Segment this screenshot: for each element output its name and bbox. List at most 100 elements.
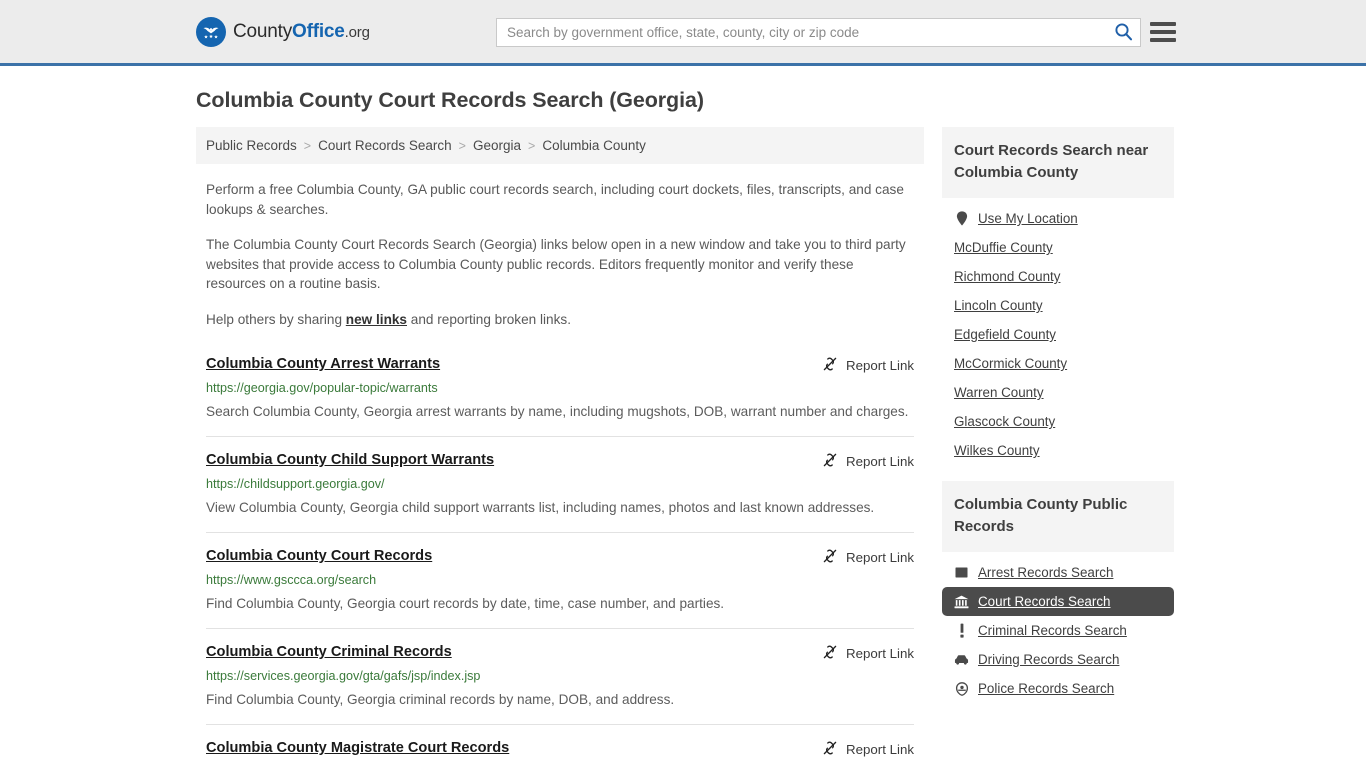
menu-bar-2 — [1150, 30, 1176, 34]
sidebar-item-police-records-search[interactable]: Police Records Search — [942, 674, 1174, 703]
intro-paragraph-1: Perform a free Columbia County, GA publi… — [206, 182, 904, 217]
new-links-link[interactable]: new links — [346, 312, 407, 327]
sidebar-item-richmond-county[interactable]: Richmond County — [942, 262, 1174, 291]
sidebar-item-label: Driving Records Search — [978, 652, 1120, 667]
sidebar-item-label: Court Records Search — [978, 594, 1111, 609]
report-link-button[interactable]: Report Link — [822, 451, 914, 471]
breadcrumb-item-court-records-search[interactable]: Court Records Search — [318, 138, 452, 153]
result-header: Columbia County Criminal Records Report … — [206, 643, 914, 663]
brand-part-county: County — [233, 20, 293, 42]
sidebar-item-label: Lincoln County — [954, 298, 1043, 313]
search-input[interactable] — [497, 19, 1106, 46]
result-header: Columbia County Magistrate Court Records… — [206, 739, 914, 759]
menu-bar-3 — [1150, 38, 1176, 42]
sidebar-item-label: Use My Location — [978, 211, 1078, 226]
public-records-panel: Columbia County Public Records Arrest Re… — [942, 481, 1174, 703]
sidebar-item-court-records-search[interactable]: Court Records Search — [942, 587, 1174, 616]
result-url: https://childsupport.georgia.gov/ — [206, 477, 385, 491]
brand-part-office: Office — [292, 20, 345, 42]
sidebar: Court Records Search near Columbia Count… — [942, 127, 1174, 719]
intro-paragraph-2: The Columbia County Court Records Search… — [206, 237, 906, 291]
report-link-label: Report Link — [846, 358, 914, 373]
sidebar-item-label: McDuffie County — [954, 240, 1053, 255]
report-link-label: Report Link — [846, 550, 914, 565]
report-link-label: Report Link — [846, 454, 914, 469]
sidebar-item-edgefield-county[interactable]: Edgefield County — [942, 320, 1174, 349]
result-description: Find Columbia County, Georgia criminal r… — [206, 692, 675, 707]
result-description: View Columbia County, Georgia child supp… — [206, 500, 875, 515]
report-link-button[interactable]: Report Link — [822, 355, 914, 375]
result-item: Columbia County Magistrate Court Records… — [206, 724, 914, 768]
site-logo[interactable]: CountyOffice.org — [196, 16, 370, 47]
brand-part-org: .org — [344, 23, 370, 41]
public-records-heading: Columbia County Public Records — [942, 481, 1174, 552]
breadcrumb-item-georgia[interactable]: Georgia — [473, 138, 521, 153]
page-title: Columbia County Court Records Search (Ge… — [196, 88, 704, 112]
courthouse-icon — [954, 594, 969, 609]
result-item: Columbia County Court Records Report Lin… — [206, 532, 914, 628]
sidebar-item-label: Arrest Records Search — [978, 565, 1114, 580]
page-body: Columbia County Court Records Search (Ge… — [0, 66, 1366, 768]
report-link-button[interactable]: Report Link — [822, 643, 914, 663]
sidebar-item-use-my-location[interactable]: Use My Location — [942, 204, 1174, 233]
public-records-list: Arrest Records Search Court Records Sear… — [942, 552, 1174, 703]
sidebar-item-label: Richmond County — [954, 269, 1061, 284]
broken-link-icon — [822, 644, 838, 663]
police-badge-icon — [954, 681, 969, 696]
sidebar-item-wilkes-county[interactable]: Wilkes County — [942, 436, 1174, 465]
square-icon — [954, 565, 969, 580]
result-url: https://services.georgia.gov/gta/gafs/js… — [206, 669, 481, 683]
broken-link-icon — [822, 548, 838, 567]
intro-section: Perform a free Columbia County, GA publi… — [196, 180, 924, 329]
report-link-label: Report Link — [846, 742, 914, 757]
result-item: Columbia County Child Support Warrants R… — [206, 436, 914, 532]
result-description: Find Columbia County, Georgia court reco… — [206, 596, 725, 611]
menu-bar-1 — [1150, 22, 1176, 26]
broken-link-icon — [822, 452, 838, 471]
breadcrumb-separator: > — [528, 138, 536, 153]
breadcrumb-item-columbia-county: Columbia County — [542, 138, 646, 153]
result-title-link[interactable]: Columbia County Court Records — [206, 547, 432, 566]
result-title-link[interactable]: Columbia County Magistrate Court Records — [206, 739, 509, 758]
sidebar-item-warren-county[interactable]: Warren County — [942, 378, 1174, 407]
sidebar-item-lincoln-county[interactable]: Lincoln County — [942, 291, 1174, 320]
sidebar-item-mcduffie-county[interactable]: McDuffie County — [942, 233, 1174, 262]
result-title-link[interactable]: Columbia County Arrest Warrants — [206, 355, 440, 374]
result-header: Columbia County Child Support Warrants R… — [206, 451, 914, 471]
sidebar-item-driving-records-search[interactable]: Driving Records Search — [942, 645, 1174, 674]
result-header: Columbia County Arrest Warrants Report L… — [206, 355, 914, 375]
search-bar — [496, 18, 1141, 47]
content-columns: Public Records > Court Records Search > … — [0, 127, 1366, 768]
breadcrumb: Public Records > Court Records Search > … — [196, 127, 924, 164]
sidebar-item-arrest-records-search[interactable]: Arrest Records Search — [942, 558, 1174, 587]
sidebar-item-glascock-county[interactable]: Glascock County — [942, 407, 1174, 436]
breadcrumb-separator: > — [458, 138, 466, 153]
results-list: Columbia County Arrest Warrants Report L… — [196, 351, 924, 768]
result-url: https://georgia.gov/popular-topic/warran… — [206, 381, 438, 395]
sidebar-item-mccormick-county[interactable]: McCormick County — [942, 349, 1174, 378]
nearby-searches-panel: Court Records Search near Columbia Count… — [942, 127, 1174, 465]
intro-paragraph-3: Help others by sharing new links and rep… — [206, 310, 914, 330]
hamburger-menu-icon[interactable] — [1150, 19, 1176, 45]
search-button[interactable] — [1106, 19, 1140, 46]
sidebar-item-label: Edgefield County — [954, 327, 1056, 342]
result-item: Columbia County Criminal Records Report … — [206, 628, 914, 724]
breadcrumb-item-public-records[interactable]: Public Records — [206, 138, 297, 153]
nearby-searches-list: Use My Location McDuffie County Richmond… — [942, 198, 1174, 465]
broken-link-icon — [822, 356, 838, 375]
exclamation-icon — [954, 623, 969, 638]
intro-text-before: Help others by sharing — [206, 311, 346, 327]
report-link-button[interactable]: Report Link — [822, 547, 914, 567]
report-link-button[interactable]: Report Link — [822, 739, 914, 759]
sidebar-item-label: Criminal Records Search — [978, 623, 1127, 638]
result-title-link[interactable]: Columbia County Criminal Records — [206, 643, 452, 662]
nearby-searches-heading: Court Records Search near Columbia Count… — [942, 127, 1174, 198]
sidebar-item-label: Warren County — [954, 385, 1044, 400]
breadcrumb-separator: > — [303, 138, 312, 153]
sidebar-item-label: Wilkes County — [954, 443, 1040, 458]
car-icon — [954, 652, 969, 667]
main-column: Public Records > Court Records Search > … — [196, 127, 924, 768]
sidebar-item-criminal-records-search[interactable]: Criminal Records Search — [942, 616, 1174, 645]
intro-text-after: and reporting broken links. — [407, 311, 571, 327]
result-title-link[interactable]: Columbia County Child Support Warrants — [206, 451, 494, 470]
